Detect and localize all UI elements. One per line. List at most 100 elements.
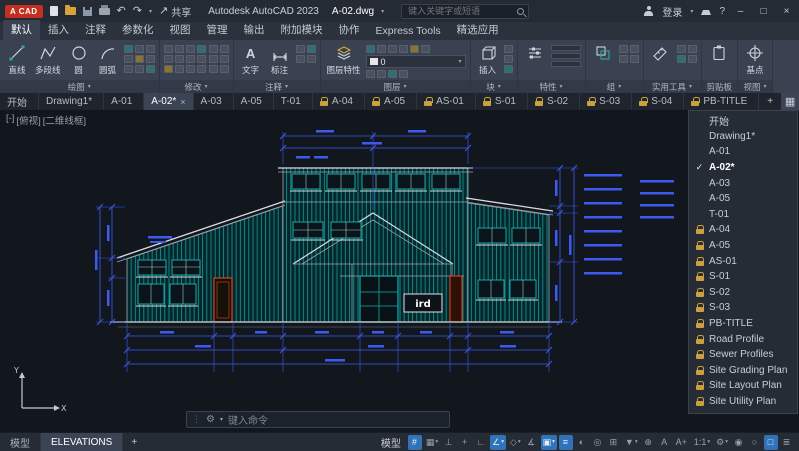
drawing-item-start[interactable]: 开始 xyxy=(689,113,797,129)
ribbon-tab-output[interactable]: 输出 xyxy=(236,20,273,40)
ribbon-tab-collaborate[interactable]: 协作 xyxy=(331,20,368,40)
groups-panel-label[interactable]: 组 ▾ xyxy=(585,80,643,93)
gizmo-icon[interactable]: ⊕ xyxy=(642,435,656,450)
group-button[interactable] xyxy=(590,42,616,64)
drawing-viewport[interactable]: ird Y X xyxy=(0,110,690,432)
annotation-scale[interactable]: 1:1 ▾ xyxy=(692,435,712,450)
clipboard-panel-label[interactable]: 剪贴板 xyxy=(701,80,738,93)
arc-button[interactable]: 圆弧 xyxy=(95,42,121,76)
ribbon-tab-view[interactable]: 视图 xyxy=(162,20,199,40)
drawing-item-s-02[interactable]: S-02 xyxy=(689,285,797,301)
properties-button[interactable] xyxy=(522,42,548,64)
file-tab-a-05[interactable]: A-05 xyxy=(234,93,274,110)
drawing-item-a-05[interactable]: A-05 xyxy=(689,191,797,207)
minimize-button[interactable]: – xyxy=(733,6,748,17)
viewport-visual-style-control[interactable]: [二维线框] xyxy=(43,113,86,127)
dynamic-input-icon[interactable]: + xyxy=(458,435,472,450)
drawing-area[interactable]: ird Y X [-] [俯视] [二维线框] ⋮ ⚙ ▾ 键入命令 xyxy=(0,110,799,432)
drawing-item-site-layout-plan[interactable]: Site Layout Plan xyxy=(689,378,797,394)
properties-dropdown-bars[interactable] xyxy=(550,42,581,67)
grid-icon[interactable]: # xyxy=(407,434,422,450)
redo-icon[interactable]: ↷ xyxy=(133,5,142,17)
file-tab-as-01[interactable]: AS-01 xyxy=(417,93,476,110)
insert-block-button[interactable]: 插入 xyxy=(475,42,501,76)
help-search-box[interactable] xyxy=(401,3,530,19)
annotation-visibility-icon[interactable]: A xyxy=(658,435,672,450)
selection-filter-icon[interactable]: ▼ ▾ xyxy=(623,435,640,450)
modify-tools-grid-2[interactable] xyxy=(208,42,229,73)
file-tab-s-04[interactable]: S-04 xyxy=(632,93,685,110)
command-caret-icon[interactable]: ▾ xyxy=(220,416,223,423)
drawing-item-pb-title[interactable]: PB-TITLE xyxy=(689,316,797,332)
block-tools-grid[interactable] xyxy=(503,42,513,73)
ortho-icon[interactable]: ∟ xyxy=(474,435,488,450)
annotation-tools-grid[interactable] xyxy=(295,42,316,63)
plot-icon[interactable] xyxy=(98,4,110,15)
ribbon-tab-featured-apps[interactable]: 精选应用 xyxy=(449,20,507,40)
block-panel-label[interactable]: 块 ▾ xyxy=(470,80,517,93)
measure-button[interactable] xyxy=(648,42,674,64)
infer-constraints-icon[interactable]: ⊥ xyxy=(442,435,456,450)
lineweight-icon[interactable]: ≡ xyxy=(558,434,573,450)
file-tab-a-01[interactable]: A-01 xyxy=(104,93,145,110)
autoscale-icon[interactable]: A+ xyxy=(674,435,690,450)
layer-properties-button[interactable]: 图层特性 xyxy=(325,42,363,76)
ribbon-tab-express-tools[interactable]: Express Tools xyxy=(368,23,449,40)
signin-caret-icon[interactable]: ▾ xyxy=(690,8,693,15)
file-tab-a-03[interactable]: A-03 xyxy=(194,93,234,110)
isolate-objects-icon[interactable]: ○ xyxy=(748,435,762,450)
drawing-item-drawing1[interactable]: Drawing1* xyxy=(689,129,797,145)
clean-screen-icon[interactable]: □ xyxy=(764,434,778,450)
file-tab-pb-title[interactable]: PB-TITLE xyxy=(684,93,760,110)
autocad-logo[interactable]: A CAD xyxy=(5,4,43,18)
file-tab-s-02[interactable]: S-02 xyxy=(528,93,581,110)
drawing-item-as-01[interactable]: AS-01 xyxy=(689,253,797,269)
file-tab-a-02[interactable]: A-02* × xyxy=(144,93,194,110)
drawing-item-a-02[interactable]: ✓ A-02* xyxy=(689,160,797,176)
view-panel-label[interactable]: 视图 ▾ xyxy=(738,80,773,93)
layout-tab-model[interactable]: 模型 xyxy=(0,433,41,451)
line-button[interactable]: 直线 xyxy=(4,42,30,76)
dimension-button[interactable]: 标注 xyxy=(267,42,293,76)
properties-panel-label[interactable]: 特性 ▾ xyxy=(517,80,585,93)
modify-tools-grid[interactable] xyxy=(163,42,206,73)
utilities-panel-label[interactable]: 实用工具 ▾ xyxy=(643,80,701,93)
new-drawing-tab-button[interactable]: + xyxy=(759,93,781,110)
command-customize-icon[interactable]: ⚙ xyxy=(206,414,215,425)
drawing-item-a-03[interactable]: A-03 xyxy=(689,175,797,191)
polar-tracking-icon[interactable]: ∠ ▾ xyxy=(490,434,506,450)
draw-tools-grid[interactable] xyxy=(123,42,155,73)
command-input[interactable]: 键入命令 xyxy=(228,412,268,427)
paste-button[interactable] xyxy=(706,42,732,64)
group-tools-grid[interactable] xyxy=(618,42,639,63)
file-tab-t-01[interactable]: T-01 xyxy=(274,93,313,110)
drawing-item-site-grading-plan[interactable]: Site Grading Plan xyxy=(689,363,797,379)
doc-title-caret-icon[interactable]: ▾ xyxy=(381,8,384,15)
file-tab-a-04-locked[interactable]: A-04 xyxy=(313,93,365,110)
drawing-item-site-utility-plan[interactable]: Site Utility Plan xyxy=(689,394,797,410)
utilities-tools-grid[interactable] xyxy=(676,42,697,63)
annotation-monitor-icon[interactable]: ◉ xyxy=(732,435,746,450)
new-layout-button[interactable]: + xyxy=(123,433,145,451)
command-line[interactable]: ⋮ ⚙ ▾ 键入命令 xyxy=(186,411,450,428)
text-button[interactable]: A 文字 xyxy=(238,42,264,76)
drawing-item-a-04[interactable]: A-04 xyxy=(689,222,797,238)
close-button[interactable]: × xyxy=(779,6,794,17)
modify-panel-label[interactable]: 修改 ▾ xyxy=(159,80,233,93)
command-grip-icon[interactable]: ⋮ xyxy=(192,414,201,425)
tab-overview-button[interactable]: ▦ xyxy=(781,93,799,110)
drawing-item-road-profile[interactable]: Road Profile xyxy=(689,331,797,347)
search-icon[interactable] xyxy=(517,7,525,15)
qat-customize-icon[interactable]: ▾ xyxy=(149,8,152,15)
base-point-button[interactable]: 基点 xyxy=(742,42,768,76)
viewport-view-control[interactable]: [俯视] xyxy=(16,113,40,127)
file-tab-start[interactable]: 开始 xyxy=(0,93,39,110)
isodraft-icon[interactable]: ◇ ▾ xyxy=(508,435,523,450)
model-paper-toggle[interactable]: 模型 xyxy=(375,435,407,450)
share-button[interactable]: ↗ 共享 xyxy=(159,4,191,19)
ribbon-tab-annotate[interactable]: 注释 xyxy=(77,20,114,40)
drawing-item-s-01[interactable]: S-01 xyxy=(689,269,797,285)
layout-tab-elevations[interactable]: ELEVATIONS xyxy=(41,433,124,451)
search-input[interactable] xyxy=(406,5,514,17)
customize-icon[interactable]: ≣ xyxy=(780,435,794,450)
